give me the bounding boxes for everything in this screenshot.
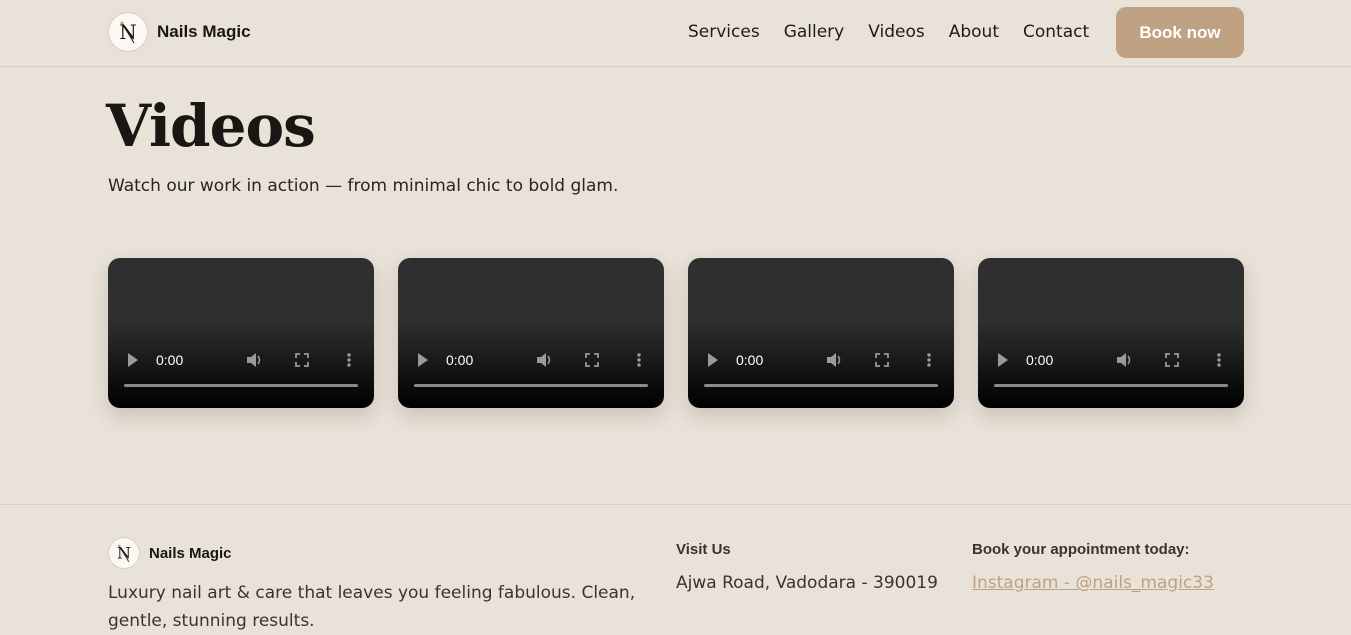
main-nav: Services Gallery Videos About Contact [688, 20, 1113, 44]
book-now-button[interactable]: Book now [1116, 7, 1244, 58]
volume-icon[interactable] [826, 352, 844, 373]
video-progress-bar[interactable] [704, 384, 938, 387]
video-time: 0:00 [446, 352, 474, 368]
video-grid: 0:00 0:00 0:00 0:00 [108, 258, 1244, 408]
more-options-icon[interactable] [927, 352, 931, 373]
video-time: 0:00 [156, 352, 184, 368]
footer-brand[interactable]: N Nails Magic [108, 537, 232, 569]
brand-logo: N [108, 12, 148, 52]
volume-icon[interactable] [246, 352, 264, 373]
video-time: 0:00 [1026, 352, 1054, 368]
site-footer: N Nails Magic Luxury nail art & care tha… [0, 504, 1351, 631]
play-icon[interactable] [416, 352, 430, 373]
video-player[interactable]: 0:00 [108, 258, 374, 408]
fullscreen-icon[interactable] [295, 353, 309, 372]
video-progress-bar[interactable] [414, 384, 648, 387]
address-text: Ajwa Road, Vadodara - 390019 [676, 573, 938, 593]
play-icon[interactable] [996, 352, 1010, 373]
nav-services[interactable]: Services [688, 20, 760, 44]
footer-brand-logo: N [108, 537, 140, 569]
nav-gallery[interactable]: Gallery [784, 20, 845, 44]
site-header: N Nails Magic Services Gallery Videos Ab… [0, 0, 1351, 67]
footer-brand-name: Nails Magic [149, 544, 232, 562]
brand-name: Nails Magic [157, 22, 251, 41]
book-appointment-heading: Book your appointment today: [972, 541, 1190, 558]
video-time: 0:00 [736, 352, 764, 368]
brand-link[interactable]: N Nails Magic [108, 12, 251, 52]
more-options-icon[interactable] [637, 352, 641, 373]
more-options-icon[interactable] [1217, 352, 1221, 373]
play-icon[interactable] [126, 352, 140, 373]
fullscreen-icon[interactable] [585, 353, 599, 372]
video-player[interactable]: 0:00 [978, 258, 1244, 408]
volume-icon[interactable] [1116, 352, 1134, 373]
nav-contact[interactable]: Contact [1023, 20, 1089, 44]
nav-about[interactable]: About [949, 20, 999, 44]
volume-icon[interactable] [536, 352, 554, 373]
visit-us-heading: Visit Us [676, 541, 731, 558]
fullscreen-icon[interactable] [875, 353, 889, 372]
page-title: Videos [106, 92, 316, 160]
video-progress-bar[interactable] [994, 384, 1228, 387]
instagram-link[interactable]: Instagram - @nails_magic33 [972, 573, 1214, 593]
nav-videos[interactable]: Videos [868, 20, 925, 44]
fullscreen-icon[interactable] [1165, 353, 1179, 372]
more-options-icon[interactable] [347, 352, 351, 373]
video-player[interactable]: 0:00 [398, 258, 664, 408]
video-progress-bar[interactable] [124, 384, 358, 387]
page-subtitle: Watch our work in action — from minimal … [108, 176, 619, 196]
play-icon[interactable] [706, 352, 720, 373]
footer-tagline: Luxury nail art & care that leaves you f… [108, 583, 636, 631]
video-player[interactable]: 0:00 [688, 258, 954, 408]
